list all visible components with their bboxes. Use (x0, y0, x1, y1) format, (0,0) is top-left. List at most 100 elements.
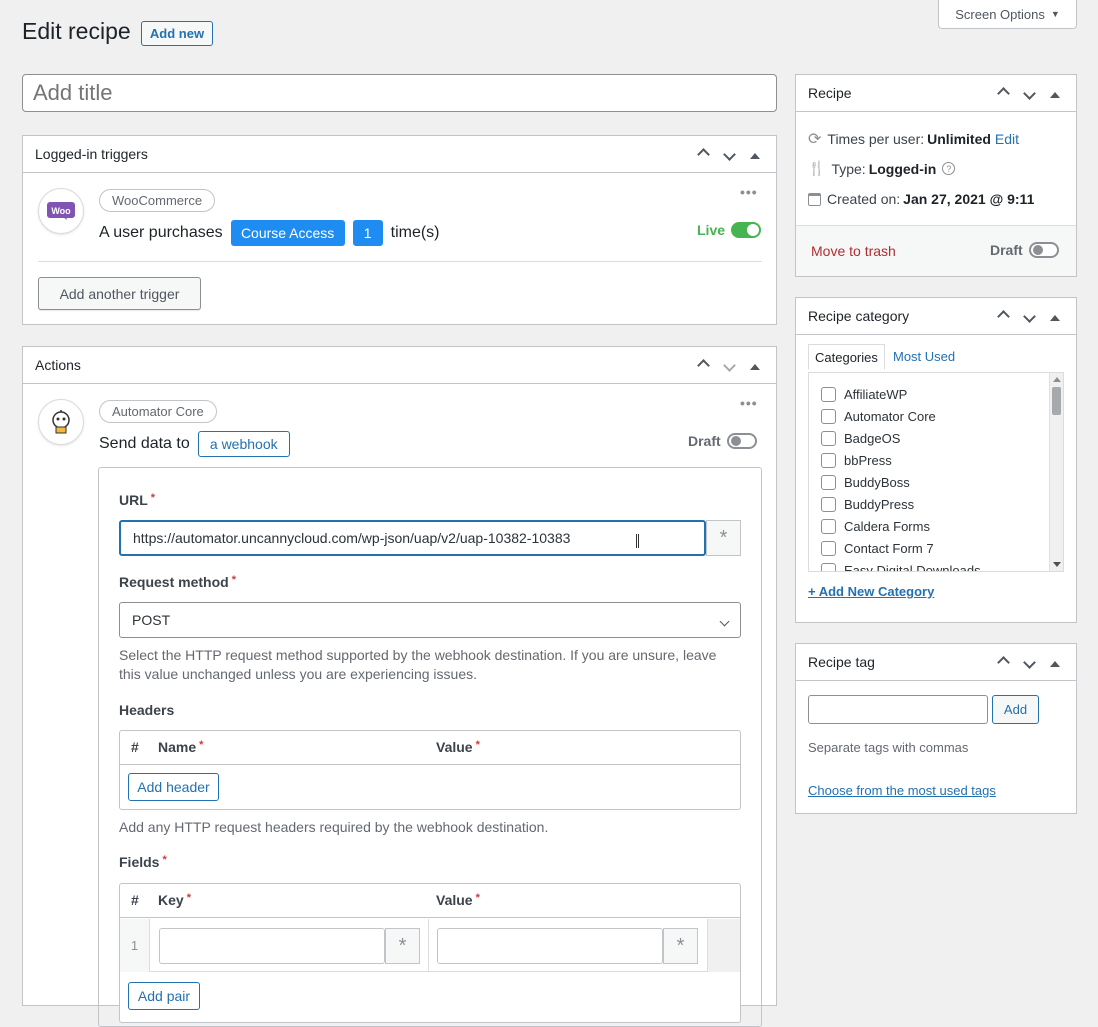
action-draft-toggle[interactable] (726, 433, 757, 449)
scrollbar-thumb[interactable] (1052, 387, 1061, 415)
headers-col-name-text: Name (158, 739, 197, 755)
move-down-icon[interactable] (720, 358, 738, 373)
trigger-status-label: Live (697, 222, 726, 238)
tab-most-used[interactable]: Most Used (893, 349, 955, 364)
add-header-button[interactable]: Add header (128, 773, 219, 801)
add-tag-button[interactable]: Add (992, 695, 1039, 724)
category-checkbox[interactable] (821, 562, 836, 571)
triggers-box-header: Logged-in triggers (23, 136, 776, 173)
category-checkbox[interactable] (821, 452, 836, 468)
screen-options-label: Screen Options (955, 6, 1045, 22)
recipe-box-header: Recipe (796, 75, 1076, 112)
trigger-status: Live (697, 222, 762, 238)
move-down-icon[interactable] (1020, 86, 1038, 101)
move-down-icon[interactable] (1020, 655, 1038, 670)
move-up-icon[interactable] (994, 308, 1012, 324)
row-index-cell: 1 (120, 919, 150, 972)
list-item[interactable]: BuddyPress (821, 493, 981, 515)
required-mark: * (231, 574, 236, 586)
page-title: Edit recipe (22, 18, 131, 44)
scrollbar[interactable] (1049, 373, 1063, 571)
fields-table: # Key * Value * 1 * * Add pair (119, 883, 741, 1023)
category-label: Easy Digital Downloads (844, 562, 981, 572)
list-item[interactable]: BuddyBoss (821, 471, 981, 493)
row-actions-cell (707, 919, 740, 972)
screen-options-button[interactable]: Screen Options ▼ (938, 0, 1077, 29)
list-item[interactable]: Easy Digital Downloads (821, 559, 981, 572)
table-row: 1 * * (120, 919, 740, 972)
list-item[interactable]: Caldera Forms (821, 515, 981, 537)
add-pair-button[interactable]: Add pair (128, 982, 200, 1010)
column-divider (428, 919, 429, 972)
move-down-icon[interactable] (1020, 309, 1038, 324)
category-label: AffiliateWP (844, 386, 908, 402)
tab-categories[interactable]: Categories (808, 344, 885, 370)
utensils-icon: 🍴 (808, 160, 826, 176)
row-index: 1 (130, 938, 139, 953)
collapse-icon[interactable] (1046, 309, 1064, 324)
fields-label-text: Fields (119, 854, 160, 870)
title-input[interactable] (22, 74, 777, 112)
url-token-button[interactable]: * (706, 520, 741, 556)
trigger-more-icon[interactable]: ••• (740, 184, 758, 200)
collapse-icon[interactable] (1046, 86, 1064, 101)
move-up-icon[interactable] (994, 654, 1012, 670)
category-checkbox[interactable] (821, 540, 836, 556)
times-value: Unlimited (927, 131, 991, 147)
add-another-trigger-button[interactable]: Add another trigger (38, 277, 201, 310)
method-select-value: POST (132, 612, 171, 628)
trigger-live-toggle[interactable] (731, 222, 762, 238)
trigger-sentence-end: time(s) (390, 224, 440, 241)
robot-icon (52, 410, 70, 434)
field-value-input[interactable] (437, 928, 663, 964)
choose-most-used-tags-link[interactable]: Choose from the most used tags (808, 783, 996, 798)
move-down-icon[interactable] (720, 147, 738, 162)
type-row: 🍴 Type: Logged-in ? (808, 160, 956, 177)
category-checkbox[interactable] (821, 518, 836, 534)
list-item[interactable]: bbPress (821, 449, 981, 471)
move-up-icon[interactable] (694, 146, 712, 162)
add-new-button[interactable]: Add new (141, 21, 213, 46)
add-new-category-link[interactable]: + Add New Category (808, 584, 934, 599)
list-item[interactable]: Contact Form 7 (821, 537, 981, 559)
times-edit-link[interactable]: Edit (995, 131, 1019, 147)
category-checkbox[interactable] (821, 496, 836, 512)
list-item[interactable]: AffiliateWP (821, 383, 981, 405)
required-mark: * (475, 739, 480, 751)
headers-table-head: # Name * Value * (120, 731, 740, 765)
scroll-down-arrow-icon[interactable] (1053, 562, 1061, 567)
trigger-count-token[interactable]: 1 (352, 220, 383, 246)
category-checkbox[interactable] (821, 408, 836, 424)
recipe-status-toggle[interactable] (1028, 242, 1059, 258)
collapse-icon[interactable] (746, 147, 764, 162)
headers-table: # Name * Value * Add header (119, 730, 741, 810)
move-to-trash-link[interactable]: Move to trash (811, 243, 896, 259)
action-more-icon[interactable]: ••• (740, 395, 758, 411)
method-select[interactable]: POST (119, 602, 741, 638)
collapse-icon[interactable] (1046, 655, 1064, 670)
field-value-token-button[interactable]: * (663, 928, 698, 964)
url-input[interactable]: https://automator.uncannycloud.com/wp-js… (119, 520, 706, 556)
list-item[interactable]: Automator Core (821, 405, 981, 427)
trigger-integration-tag: WooCommerce (99, 189, 216, 212)
course-access-token[interactable]: Course Access (230, 220, 345, 246)
category-checkbox[interactable] (821, 386, 836, 402)
list-item[interactable]: BadgeOS (821, 427, 981, 449)
webhook-token[interactable]: a webhook (197, 431, 290, 457)
category-checkbox[interactable] (821, 430, 836, 446)
collapse-icon[interactable] (746, 358, 764, 373)
field-key-token-button[interactable]: * (385, 928, 420, 964)
fields-table-head: # Key * Value * (120, 884, 740, 918)
trigger-divider (38, 261, 762, 262)
required-mark: * (150, 492, 156, 504)
field-key-input[interactable] (159, 928, 385, 964)
category-items: AffiliateWP Automator Core BadgeOS bbPre… (821, 383, 981, 572)
category-checkbox[interactable] (821, 474, 836, 490)
move-up-icon[interactable] (994, 85, 1012, 101)
help-icon[interactable]: ? (942, 162, 956, 175)
move-up-icon[interactable] (694, 357, 712, 373)
category-label: Caldera Forms (844, 518, 930, 534)
tag-input[interactable] (808, 695, 988, 724)
scroll-up-arrow-icon[interactable] (1053, 377, 1061, 382)
triggers-heading: Logged-in triggers (35, 146, 148, 162)
